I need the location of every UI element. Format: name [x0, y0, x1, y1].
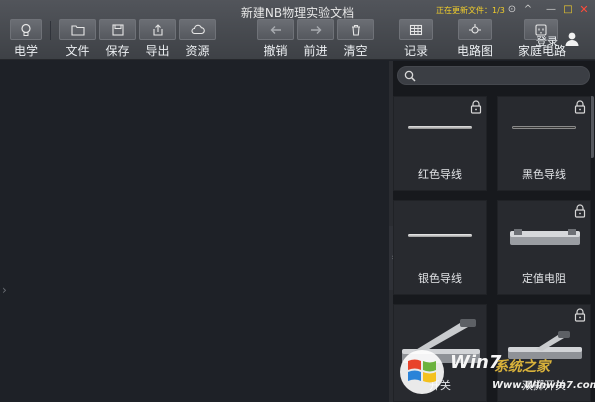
- settings-icon[interactable]: ⊙: [506, 4, 518, 16]
- export-button-box[interactable]: [139, 19, 176, 40]
- red-wire-image: [408, 126, 472, 129]
- experiment-canvas[interactable]: [0, 61, 389, 402]
- black-wire-image: [512, 126, 576, 129]
- record-label: 记录: [403, 44, 428, 58]
- lock-icon: [574, 308, 586, 322]
- component-label: 黑色导线: [522, 168, 566, 181]
- component-label: 定值电阻: [522, 272, 566, 285]
- record-button-box[interactable]: [399, 19, 433, 40]
- redo-button-box[interactable]: [297, 19, 334, 40]
- resistor-image: [510, 229, 580, 245]
- maximize-icon[interactable]: □: [562, 4, 574, 16]
- component-label: 银色导线: [418, 272, 462, 285]
- file-button-box[interactable]: [59, 19, 96, 40]
- physics-button-box[interactable]: [10, 19, 42, 40]
- win7-watermark: Win7 系统之家 Www.Winwin7.com: [396, 343, 595, 402]
- redo-button[interactable]: 前进: [297, 19, 334, 60]
- cloud-icon: [190, 24, 205, 34]
- circuit-diagram-label: 电路图: [456, 44, 493, 58]
- physics-label: 电学: [13, 44, 38, 58]
- minimize-icon[interactable]: —: [545, 4, 557, 16]
- login-link[interactable]: 登录: [536, 33, 558, 49]
- close-icon[interactable]: ✕: [578, 4, 590, 16]
- user-avatar-icon[interactable]: [563, 30, 581, 48]
- clear-button[interactable]: 清空: [337, 19, 374, 60]
- lock-icon: [574, 100, 586, 114]
- lock-icon: [574, 204, 586, 218]
- undo-arrow-icon: [270, 25, 281, 34]
- search-input[interactable]: [397, 66, 590, 85]
- update-status: 正在更新文件：1/3: [436, 6, 505, 15]
- expand-left-icon[interactable]: ›: [2, 283, 7, 297]
- toolbar-divider: [50, 21, 51, 40]
- trash-icon: [351, 24, 360, 36]
- undo-button-box[interactable]: [257, 19, 294, 40]
- component-card-resistor[interactable]: 定值电阻: [497, 200, 591, 295]
- resources-label: 资源: [185, 44, 210, 58]
- watermark-brand-sub: 系统之家: [494, 359, 550, 375]
- component-card-silver-wire[interactable]: 银色导线: [393, 200, 487, 295]
- table-icon: [409, 24, 423, 35]
- undo-button[interactable]: 撤销: [257, 19, 294, 60]
- resources-button-box[interactable]: [179, 19, 216, 40]
- search-icon: [404, 70, 416, 82]
- silver-wire-image: [408, 234, 472, 237]
- toolbar: 新建NB物理实验文档 正在更新文件：1/3 ⊙ ^ — □ ✕ 电学 文件 保存…: [0, 0, 595, 60]
- circuit-diagram-button-box[interactable]: [458, 19, 492, 40]
- redo-arrow-icon: [310, 25, 321, 34]
- component-card-red-wire[interactable]: 红色导线: [393, 96, 487, 191]
- file-button[interactable]: 文件: [59, 19, 96, 60]
- windows-logo-icon: [400, 350, 444, 394]
- clear-button-box[interactable]: [337, 19, 374, 40]
- export-icon: [152, 23, 163, 36]
- watermark-url: Www.Winwin7.com: [492, 380, 595, 391]
- save-icon: [111, 23, 124, 36]
- component-label: 红色导线: [418, 168, 462, 181]
- component-card-black-wire[interactable]: 黑色导线: [497, 96, 591, 191]
- folder-icon: [70, 24, 85, 36]
- resources-button[interactable]: 资源: [179, 19, 216, 60]
- circuit-icon: [469, 23, 481, 34]
- physics-button[interactable]: 电学: [10, 19, 42, 60]
- export-button[interactable]: 导出: [139, 19, 176, 60]
- circuit-diagram-button[interactable]: 电路图: [457, 19, 493, 60]
- save-button-box[interactable]: [99, 19, 136, 40]
- lightbulb-icon: [21, 23, 31, 36]
- lock-icon: [470, 100, 482, 114]
- record-button[interactable]: 记录: [399, 19, 433, 60]
- collapse-icon[interactable]: ^: [522, 4, 534, 16]
- clear-label: 清空: [343, 44, 368, 58]
- save-button[interactable]: 保存: [99, 19, 136, 60]
